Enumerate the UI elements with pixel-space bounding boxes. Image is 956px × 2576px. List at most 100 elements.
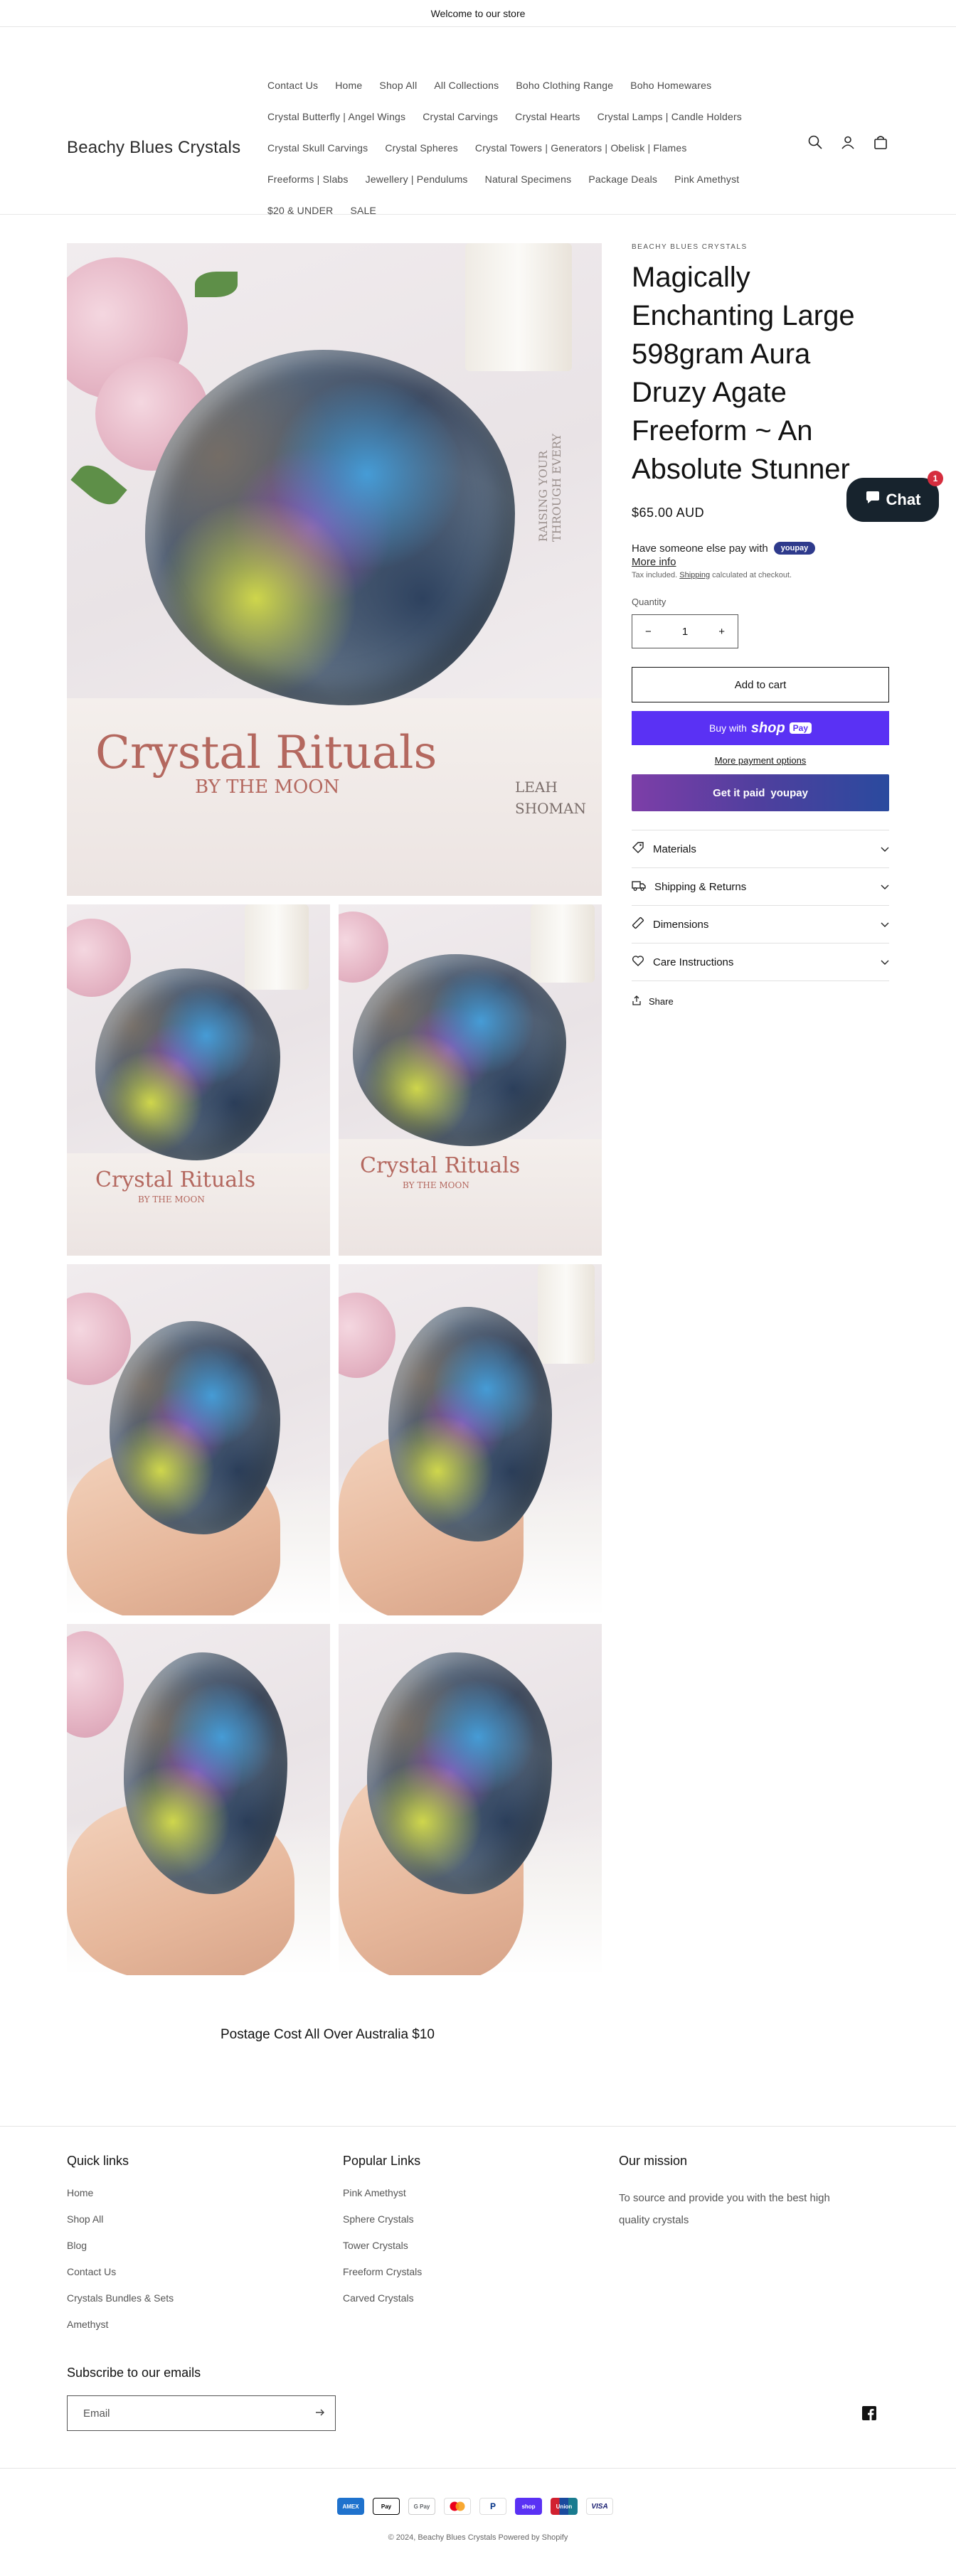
tag-icon [632, 841, 644, 857]
accordion-shipping[interactable]: Shipping & Returns [632, 868, 889, 906]
quantity-label: Quantity [632, 597, 666, 607]
nav-item-lamps[interactable]: Crystal Lamps | Candle Holders [589, 111, 750, 122]
mission-column: Our mission To source and provide you wi… [619, 2154, 861, 2231]
product-thumbnail[interactable] [67, 1624, 330, 1975]
account-icon[interactable] [839, 134, 856, 151]
youpay-message: Have someone else pay with youpay [632, 542, 889, 555]
footer-link[interactable]: Blog [67, 2240, 174, 2251]
product-thumbnail[interactable]: Crystal Rituals BY THE MOON [339, 904, 602, 1256]
youpay-button[interactable]: Get it paid youpay [632, 774, 889, 811]
chevron-down-icon [881, 956, 889, 968]
heart-icon [632, 954, 644, 970]
quantity-stepper: − 1 + [632, 614, 738, 648]
apple-pay-icon: Pay [373, 2498, 400, 2515]
thumb-book-title: Crystal Rituals [95, 1167, 256, 1192]
nav-item-all-collections[interactable]: All Collections [425, 80, 507, 91]
email-field[interactable]: Email [67, 2395, 336, 2431]
unionpay-icon: Union [551, 2498, 578, 2515]
product-thumbnail[interactable] [339, 1624, 602, 1975]
share-button[interactable]: Share [632, 995, 889, 1008]
shop-logo: shop [750, 720, 785, 736]
powered-by-link[interactable]: Powered by Shopify [499, 2533, 568, 2542]
footer-link[interactable]: Crystals Bundles & Sets [67, 2292, 174, 2304]
accordion-dimensions[interactable]: Dimensions [632, 906, 889, 944]
footer-link[interactable]: Freeform Crystals [343, 2266, 422, 2277]
footer-link[interactable]: Home [67, 2187, 174, 2198]
accordion-materials[interactable]: Materials [632, 830, 889, 868]
footer-link[interactable]: Pink Amethyst [343, 2187, 422, 2198]
chat-notification-badge: 1 [928, 471, 943, 486]
nav-item-under-20[interactable]: $20 & UNDER [259, 205, 341, 216]
quantity-minus-button[interactable]: − [645, 626, 652, 638]
mission-heading: Our mission [619, 2154, 688, 2168]
accordion-care[interactable]: Care Instructions [632, 944, 889, 981]
shop-pay-icon: shop [515, 2498, 542, 2515]
nav-item-contact[interactable]: Contact Us [259, 80, 326, 91]
shipping-link[interactable]: Shipping [679, 571, 710, 579]
footer-link[interactable]: Amethyst [67, 2319, 174, 2330]
facebook-icon[interactable] [862, 2406, 876, 2420]
nav-item-packages[interactable]: Package Deals [580, 173, 666, 185]
thumb-book-title: Crystal Rituals [360, 1153, 521, 1178]
nav-row: $20 & UNDER SALE [259, 195, 814, 226]
nav-item-shop-all[interactable]: Shop All [371, 80, 425, 91]
header-icons [807, 134, 889, 151]
book-author: LEAH SHOMAN [515, 779, 586, 817]
payment-icons: AMEX Pay G Pay P shop Union VISA [337, 2498, 613, 2515]
product-main-image[interactable]: Crystal Rituals BY THE MOON LEAH SHOMAN … [67, 243, 602, 896]
footer-link[interactable]: Carved Crystals [343, 2292, 422, 2304]
nav-item-pink-amethyst[interactable]: Pink Amethyst [666, 173, 748, 185]
paypal-icon: P [479, 2498, 506, 2515]
chevron-down-icon [881, 919, 889, 931]
book-subtitle: BY THE MOON [195, 776, 340, 798]
truck-icon [632, 879, 646, 894]
nav-item-natural[interactable]: Natural Specimens [477, 173, 580, 185]
nav-item-boho-homewares[interactable]: Boho Homewares [622, 80, 720, 91]
nav-item-boho-clothing[interactable]: Boho Clothing Range [507, 80, 622, 91]
store-logo[interactable]: Beachy Blues Crystals [67, 138, 240, 158]
chat-widget[interactable]: Chat 1 [846, 471, 943, 522]
share-icon [632, 995, 642, 1008]
book-title: Crystal Rituals [95, 727, 437, 779]
site-header: Beachy Blues Crystals Contact Us Home Sh… [0, 27, 956, 216]
nav-item-towers[interactable]: Crystal Towers | Generators | Obelisk | … [467, 142, 696, 154]
copyright: © 2024, Beachy Blues Crystals Powered by… [0, 2533, 956, 2542]
footer-link[interactable]: Shop All [67, 2213, 174, 2225]
product-thumbnail[interactable]: Crystal Rituals BY THE MOON [67, 904, 330, 1256]
nav-item-spheres[interactable]: Crystal Spheres [376, 142, 467, 154]
nav-item-home[interactable]: Home [326, 80, 371, 91]
quantity-plus-button[interactable]: + [718, 626, 725, 638]
share-label: Share [649, 996, 674, 1007]
footer-link[interactable]: Tower Crystals [343, 2240, 422, 2251]
nav-item-hearts[interactable]: Crystal Hearts [506, 111, 588, 122]
nav-item-carvings[interactable]: Crystal Carvings [414, 111, 506, 122]
arrow-right-icon[interactable] [315, 2407, 325, 2420]
search-icon[interactable] [807, 134, 824, 151]
footer-link[interactable]: Contact Us [67, 2266, 174, 2277]
footer-link[interactable]: Sphere Crystals [343, 2213, 422, 2225]
buy-with-text: Buy with [708, 722, 747, 734]
more-info-link[interactable]: More info [632, 556, 889, 568]
add-to-cart-button[interactable]: Add to cart [632, 667, 889, 702]
accordion-label: Dimensions [653, 918, 709, 931]
youpay-button-left: Get it paid [713, 786, 765, 799]
product-thumbnail[interactable] [67, 1264, 330, 1615]
nav-item-sale[interactable]: SALE [341, 205, 385, 216]
nav-row: Crystal Butterfly | Angel Wings Crystal … [259, 101, 814, 132]
nav-item-freeforms[interactable]: Freeforms | Slabs [259, 173, 357, 185]
more-payment-options-link[interactable]: More payment options [632, 755, 889, 766]
youpay-badge[interactable]: youpay [773, 542, 816, 555]
quantity-input[interactable]: 1 [682, 626, 688, 638]
copyright-store-link[interactable]: Beachy Blues Crystals [418, 2533, 496, 2542]
cart-icon[interactable] [872, 134, 889, 151]
tax-suffix: calculated at checkout. [712, 571, 792, 579]
chevron-down-icon [881, 843, 889, 855]
product-title: Magically Enchanting Large 598gram Aura … [632, 262, 855, 485]
nav-item-jewellery[interactable]: Jewellery | Pendulums [357, 173, 477, 185]
nav-item-skulls[interactable]: Crystal Skull Carvings [259, 142, 376, 154]
shop-pay-button[interactable]: Buy with shop Pay [632, 711, 889, 745]
nav-item-butterfly[interactable]: Crystal Butterfly | Angel Wings [259, 111, 414, 122]
product-thumbnail[interactable] [339, 1264, 602, 1615]
footer-divider [0, 2468, 956, 2469]
announcement-text: Welcome to our store [430, 7, 526, 19]
